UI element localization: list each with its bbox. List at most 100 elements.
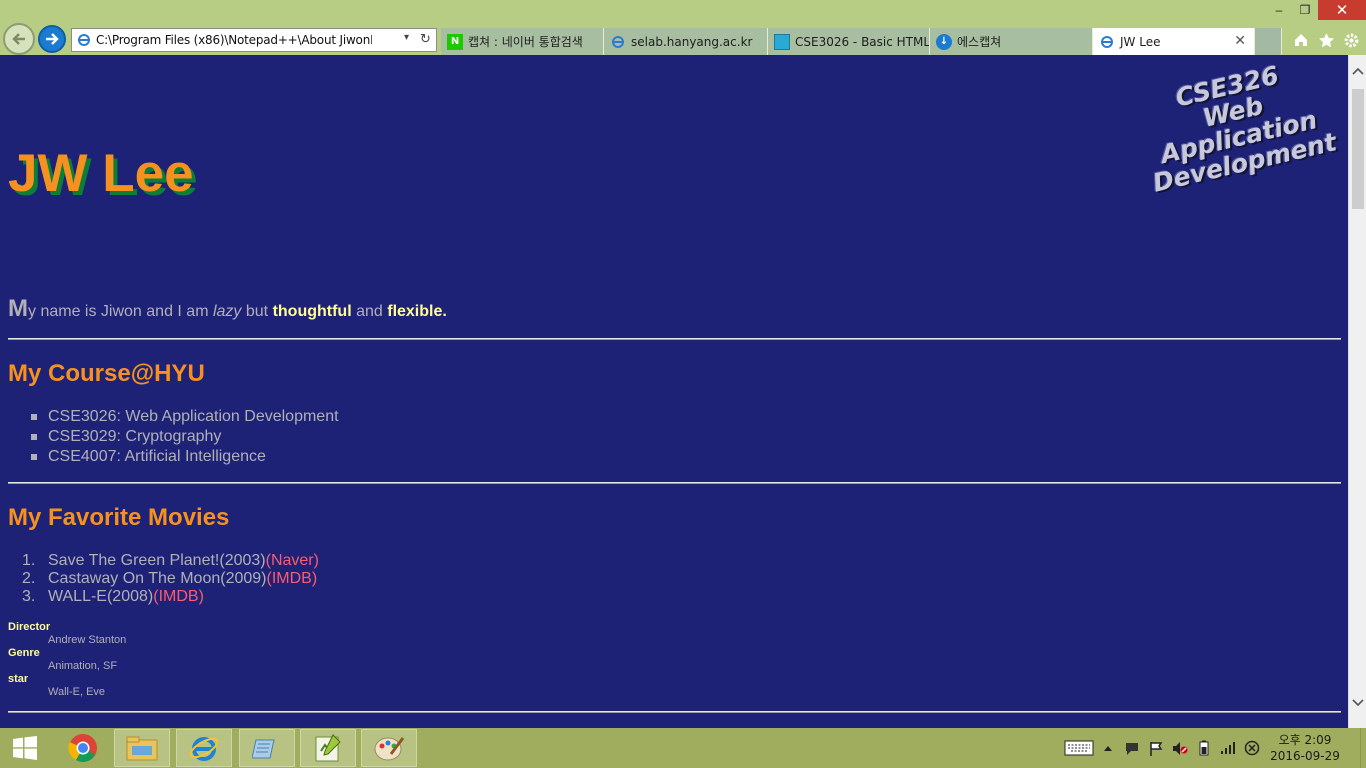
list-item: CSE3026: Web Application Development bbox=[28, 407, 339, 427]
show-desktop-button[interactable] bbox=[1360, 728, 1366, 768]
naver-icon: N bbox=[447, 33, 463, 50]
forward-button[interactable] bbox=[38, 25, 66, 53]
taskbar-clock[interactable]: 오후 2:09 2016-09-29 bbox=[1270, 732, 1340, 764]
flag-icon[interactable] bbox=[1144, 738, 1168, 758]
clock-time: 오후 2:09 bbox=[1278, 733, 1332, 747]
list-number: 2. bbox=[22, 570, 36, 587]
course-text: CSE3029: Cryptography bbox=[48, 428, 222, 445]
movie-title: Castaway On The Moon(2009) bbox=[48, 570, 267, 587]
scroll-up-icon[interactable] bbox=[1349, 65, 1366, 81]
divider bbox=[8, 482, 1341, 484]
divider bbox=[8, 338, 1341, 340]
ie-page-icon bbox=[77, 33, 91, 52]
divider bbox=[8, 711, 1341, 713]
intro-flexible: flexible. bbox=[387, 303, 447, 320]
ie-icon bbox=[1099, 34, 1115, 50]
page-title: JW Lee bbox=[8, 144, 194, 203]
gear-icon[interactable] bbox=[1341, 30, 1361, 50]
intro-text-2: but bbox=[241, 303, 273, 320]
notepadpp-icon[interactable] bbox=[300, 729, 356, 767]
chrome-icon[interactable] bbox=[55, 729, 111, 767]
intro-lazy: lazy bbox=[212, 303, 242, 320]
detail-value: Andrew Stanton bbox=[48, 634, 127, 646]
detail-value: Animation, SF bbox=[48, 660, 118, 672]
movie-list: 1. Save The Green Planet!(2003) (Naver) … bbox=[22, 552, 319, 606]
scroll-thumb[interactable] bbox=[1352, 89, 1364, 209]
tab-label: selab.hanyang.ac.kr bbox=[631, 34, 753, 49]
maximize-button[interactable]: ❐ bbox=[1292, 0, 1318, 20]
url-text[interactable]: C:\Program Files (x86)\Notepad++\About J… bbox=[72, 33, 372, 47]
windows-start-icon[interactable] bbox=[0, 729, 50, 767]
tab-selab[interactable]: selab.hanyang.ac.kr bbox=[604, 28, 768, 55]
network-signal-icon[interactable] bbox=[1216, 738, 1240, 758]
list-number: 3. bbox=[22, 588, 36, 605]
system-tray bbox=[1062, 728, 1264, 768]
browser-chrome: ‒ ❐ ✕ C:\Program Files (x86)\Notepad++\A… bbox=[0, 0, 1366, 55]
star-icon[interactable] bbox=[1316, 30, 1336, 50]
square-bullet-icon bbox=[31, 414, 37, 420]
tab-label: CSE3026 - Basic HTML bbox=[795, 34, 930, 49]
square-bullet-icon bbox=[31, 454, 37, 460]
square-bullet-icon bbox=[31, 434, 37, 440]
course-text: CSE3026: Web Application Development bbox=[48, 408, 339, 425]
download-icon: ↓ bbox=[936, 33, 952, 50]
list-number: 1. bbox=[22, 552, 36, 569]
refresh-icon[interactable]: ↻ bbox=[420, 31, 431, 47]
movies-heading: My Favorite Movies bbox=[8, 504, 230, 531]
battery-icon[interactable] bbox=[1192, 738, 1216, 758]
address-dropdown-icon[interactable]: ▾ bbox=[404, 32, 409, 43]
web-page-content: CSE326 Web Application Development JW Le… bbox=[0, 55, 1348, 728]
intro-thoughtful: thoughtful bbox=[272, 303, 352, 320]
course-banner: CSE326 Web Application Development bbox=[1117, 55, 1348, 200]
address-bar[interactable]: C:\Program Files (x86)\Notepad++\About J… bbox=[71, 28, 437, 52]
close-window-button[interactable]: ✕ bbox=[1318, 0, 1366, 20]
course-text: CSE4007: Artificial Intelligence bbox=[48, 448, 266, 465]
taskbar: 오후 2:09 2016-09-29 bbox=[0, 728, 1366, 768]
chat-icon[interactable] bbox=[1120, 738, 1144, 758]
forward-arrow-icon bbox=[46, 33, 59, 45]
tab-label: JW Lee bbox=[1120, 34, 1161, 49]
intro-paragraph: My name is Jiwon and I am lazy but thoug… bbox=[8, 295, 447, 323]
list-item: 2. Castaway On The Moon(2009) (IMDB) bbox=[22, 570, 319, 588]
home-icon[interactable] bbox=[1291, 30, 1311, 50]
keyboard-icon[interactable] bbox=[1062, 738, 1096, 758]
minimize-button[interactable]: ‒ bbox=[1266, 0, 1292, 20]
course-list: CSE3026: Web Application Development CSE… bbox=[28, 407, 339, 467]
movie-title: Save The Green Planet!(2003) bbox=[48, 552, 266, 569]
movie-details: Director Andrew Stanton Genre Animation,… bbox=[8, 621, 126, 699]
network-disconnect-icon[interactable] bbox=[1240, 738, 1264, 758]
internet-explorer-icon[interactable] bbox=[176, 729, 232, 767]
detail-value: Wall-E, Eve bbox=[48, 686, 106, 698]
tab-cse3026[interactable]: CSE3026 - Basic HTML bbox=[768, 28, 930, 55]
new-tab-button[interactable] bbox=[1255, 28, 1282, 55]
movie-link-imdb[interactable]: (IMDB) bbox=[266, 570, 317, 588]
back-arrow-icon bbox=[12, 33, 25, 45]
tab-label: 캡쳐 : 네이버 통합검색 bbox=[468, 35, 583, 49]
intro-text-3: and bbox=[351, 303, 388, 320]
close-tab-icon[interactable]: ✕ bbox=[1234, 33, 1246, 49]
tab-escapture[interactable]: ↓ 에스캡쳐 bbox=[930, 28, 1093, 55]
list-item: CSE4007: Artificial Intelligence bbox=[28, 447, 339, 467]
list-item: CSE3029: Cryptography bbox=[28, 427, 339, 447]
scroll-down-icon[interactable] bbox=[1349, 697, 1366, 713]
back-button[interactable] bbox=[3, 23, 35, 55]
ie-icon bbox=[610, 34, 626, 50]
movie-title: WALL-E(2008) bbox=[48, 588, 154, 605]
movie-link-naver[interactable]: (Naver) bbox=[266, 552, 319, 570]
movie-link-imdb[interactable]: (IMDB) bbox=[153, 588, 204, 606]
vertical-scrollbar[interactable] bbox=[1348, 55, 1366, 728]
paint-icon[interactable] bbox=[361, 729, 417, 767]
file-explorer-icon[interactable] bbox=[114, 729, 170, 767]
intro-text-1: y name is Jiwon and I am bbox=[28, 303, 213, 320]
list-item: 3. WALL-E(2008) (IMDB) bbox=[22, 588, 319, 606]
list-item: 1. Save The Green Planet!(2003) (Naver) bbox=[22, 552, 319, 570]
notepad-icon[interactable] bbox=[239, 729, 295, 767]
detail-term: Genre bbox=[8, 647, 40, 659]
clock-date: 2016-09-29 bbox=[1270, 749, 1340, 763]
tab-naver-search[interactable]: N 캡쳐 : 네이버 통합검색 bbox=[441, 28, 604, 55]
tab-jw-lee[interactable]: JW Lee ✕ bbox=[1093, 28, 1255, 55]
volume-muted-icon[interactable] bbox=[1168, 738, 1192, 758]
chevron-up-icon[interactable] bbox=[1096, 738, 1120, 758]
drop-cap: M bbox=[8, 295, 28, 322]
detail-term: star bbox=[8, 673, 29, 685]
